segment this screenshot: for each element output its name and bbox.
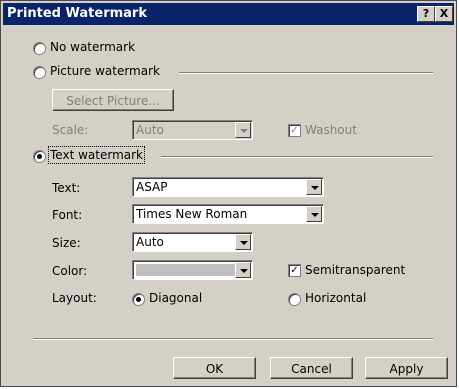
text-separator bbox=[161, 156, 433, 158]
text-value: ASAP bbox=[136, 180, 168, 194]
text-label: Text: bbox=[52, 181, 81, 195]
layout-label: Layout: bbox=[52, 291, 97, 305]
horizontal-label: Horizontal bbox=[305, 291, 367, 305]
cancel-button[interactable]: Cancel bbox=[270, 357, 353, 379]
no-watermark-radio[interactable] bbox=[33, 42, 46, 55]
size-select[interactable]: Auto bbox=[132, 232, 253, 252]
title-bar: Printed Watermark ? X bbox=[3, 3, 454, 25]
color-label: Color: bbox=[52, 264, 88, 278]
picture-watermark-label: Picture watermark bbox=[50, 64, 160, 78]
washout-label: Washout bbox=[305, 123, 357, 137]
semitransparent-label: Semitransparent bbox=[305, 263, 406, 277]
semitransparent-checkbox[interactable]: ✓ bbox=[288, 264, 301, 277]
diagonal-label: Diagonal bbox=[149, 291, 203, 305]
printed-watermark-dialog: Printed Watermark ? X No watermark Pictu… bbox=[0, 0, 457, 387]
chevron-down-icon[interactable] bbox=[235, 122, 251, 138]
washout-checkbox[interactable]: ✓ bbox=[288, 124, 301, 137]
picture-watermark-radio[interactable] bbox=[33, 66, 46, 79]
bottom-separator bbox=[33, 338, 433, 340]
apply-button[interactable]: Apply bbox=[365, 357, 448, 379]
help-button[interactable]: ? bbox=[417, 6, 435, 22]
size-label: Size: bbox=[52, 236, 81, 250]
dialog-title: Printed Watermark bbox=[7, 6, 147, 21]
font-value: Times New Roman bbox=[136, 207, 248, 221]
size-value: Auto bbox=[136, 235, 164, 249]
text-watermark-radio[interactable] bbox=[33, 150, 46, 163]
no-watermark-label: No watermark bbox=[50, 40, 136, 54]
font-select[interactable]: Times New Roman bbox=[132, 204, 324, 224]
text-watermark-label: Text watermark bbox=[48, 146, 145, 164]
close-button[interactable]: X bbox=[435, 6, 453, 22]
chevron-down-icon[interactable] bbox=[235, 234, 251, 250]
chevron-down-icon[interactable] bbox=[306, 179, 322, 195]
chevron-down-icon[interactable] bbox=[306, 206, 322, 222]
chevron-down-icon[interactable] bbox=[235, 262, 251, 278]
horizontal-radio[interactable] bbox=[288, 293, 301, 306]
picture-separator bbox=[179, 72, 433, 74]
diagonal-radio[interactable] bbox=[132, 293, 145, 306]
scale-select[interactable]: Auto bbox=[132, 120, 253, 140]
scale-label: Scale: bbox=[52, 123, 89, 137]
color-select[interactable] bbox=[132, 260, 253, 280]
color-swatch bbox=[136, 264, 238, 276]
text-select[interactable]: ASAP bbox=[132, 177, 324, 197]
scale-value: Auto bbox=[136, 123, 164, 137]
ok-button[interactable]: OK bbox=[173, 357, 256, 379]
font-label: Font: bbox=[52, 208, 83, 222]
select-picture-button[interactable]: Select Picture... bbox=[52, 89, 174, 111]
